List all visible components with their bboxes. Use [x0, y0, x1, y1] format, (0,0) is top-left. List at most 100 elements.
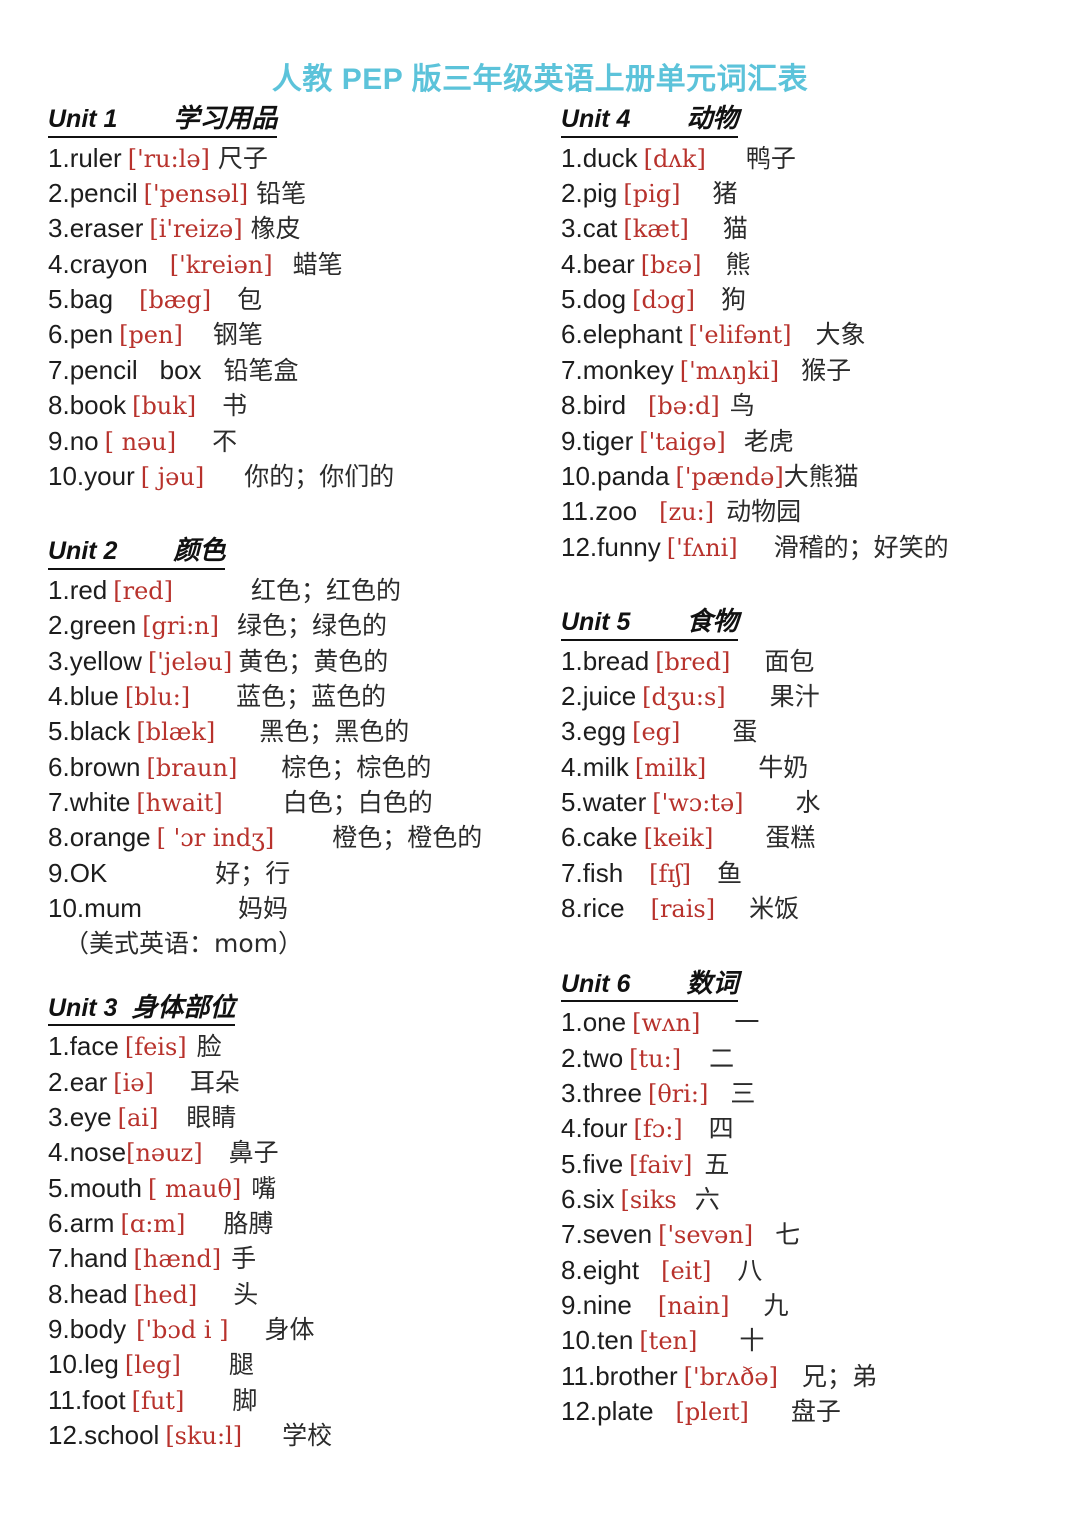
unit-3-header: Unit 3 身体部位 [48, 993, 236, 1027]
entry-number: 3. [48, 1101, 70, 1132]
entry-meaning: 绿色；绿色的 [236, 611, 387, 641]
vocab-entry: 9.OK 好；行 [48, 856, 553, 891]
vocab-entry: 11.brother ['brʌðə] 兄；弟 [561, 1359, 1058, 1394]
entry-number: 4. [561, 751, 583, 782]
entry-meaning: 学校 [282, 1421, 333, 1451]
entry-number: 5. [561, 787, 583, 818]
entry-phonetic: [braun] [146, 753, 238, 782]
entry-number: 1. [561, 645, 583, 676]
entry-word: bag [69, 284, 114, 315]
entry-phonetic: [eit] [661, 1256, 712, 1285]
entry-word: face [69, 1031, 119, 1062]
vocab-entry: 5.mouth[ mauθ] 嘴 [48, 1171, 553, 1206]
entry-number: 7. [48, 787, 70, 818]
entry-number: 9. [561, 1290, 583, 1321]
entry-phonetic: [buk] [132, 392, 197, 421]
entry-phonetic: [tu:] [629, 1044, 682, 1073]
entry-meaning: 你的；你们的 [244, 461, 395, 491]
entry-meaning: 动物园 [726, 497, 802, 527]
entry-number: 9. [48, 857, 70, 888]
two-column-body: Unit 1 学习用品 1.ruler ['ru:lə] 尺子 2.pencil ['pen… [0, 104, 1080, 1474]
entry-number: 10. [561, 1325, 598, 1356]
entry-phonetic: ['bɔd i ] [136, 1316, 229, 1345]
entry-meaning: 七 [775, 1220, 801, 1250]
vocab-entry: 3.cat [kæt] 猫 [561, 211, 1058, 246]
entry-meaning: 大熊猫 [783, 461, 859, 491]
unit-2-note: （美式英语：mom） [64, 928, 304, 958]
entry-word: pencil [69, 354, 138, 385]
entry-number: 2. [48, 178, 70, 209]
entry-phonetic: [blu:] [124, 683, 191, 712]
entry-number: 10. [48, 1349, 85, 1380]
entry-meaning: 五 [704, 1149, 730, 1179]
entry-number: 8. [561, 1254, 583, 1285]
unit-2-label: Unit 2 [48, 537, 118, 566]
unit-1-header: Unit 1 学习用品 [48, 104, 278, 138]
entry-meaning: 脸 [196, 1032, 222, 1062]
entry-number: 8. [48, 822, 70, 853]
entry-number: 7. [48, 354, 70, 385]
vocab-entry: 5.dog [dɔg] 狗 [561, 282, 1058, 317]
entry-word: six [582, 1184, 615, 1214]
entry-meaning: 四 [708, 1114, 734, 1144]
entry-number: 5. [48, 716, 70, 747]
vocab-entry: 1.ruler ['ru:lə] 尺子 [48, 141, 553, 176]
entry-number: 4. [561, 248, 583, 279]
entry-number: 4. [561, 1113, 583, 1144]
entry-phonetic: ['jeləu] [147, 647, 233, 676]
entry-number: 1. [48, 142, 70, 173]
vocab-entry: 8.rice [rais] 米饭 [561, 891, 1058, 926]
unit-1-topic: 学习用品 [173, 104, 278, 134]
entry-word: eye [69, 1101, 112, 1132]
entry-word: green [69, 610, 137, 641]
entry-phonetic: [gri:n] [142, 612, 219, 641]
entry-number: 4. [48, 248, 70, 279]
unit-6-label: Unit 6 [561, 969, 631, 998]
entry-number: 11. [561, 1360, 596, 1391]
entry-number: 11. [48, 1384, 83, 1415]
vocab-entry: 9.tiger ['taigə] 老虎 [561, 424, 1058, 459]
vocab-entry: 10.panda ['pændə]大熊猫 [561, 459, 1058, 494]
entry-word: egg [582, 716, 627, 747]
entry-word: orange [69, 822, 151, 853]
entry-word: leg [84, 1349, 119, 1380]
vocab-entry: 5.five [faiv] 五 [561, 1147, 1058, 1182]
entry-phonetic: [dʒu:s] [642, 683, 726, 712]
entry-meaning: 嘴 [251, 1173, 277, 1203]
entry-word: milk [582, 751, 629, 782]
vocab-entry: 7.monkey ['mʌŋki] 猴子 [561, 353, 1058, 388]
unit-block-unit-2: Unit 2 颜色 1.red [red] 红色；红色的 2.green [gri:n] 绿色… [48, 536, 553, 960]
entry-word: foot [82, 1384, 126, 1415]
entry-word: arm [69, 1208, 115, 1238]
entry-phonetic: [leg] [124, 1351, 181, 1380]
entry-phonetic: [bə:d] [648, 392, 720, 421]
entry-number: 3. [48, 645, 70, 676]
entry-number: 6. [561, 1184, 583, 1214]
entry-meaning: 红色；红色的 [251, 575, 402, 605]
unit-gap-spacer [561, 929, 1058, 969]
entry-number: 6. [48, 319, 70, 350]
vocab-entry: 7.seven ['sevən] 七 [561, 1217, 1058, 1252]
entry-phonetic: [hwait] [136, 789, 223, 818]
vocab-entry: 4.milk [milk] 牛奶 [561, 750, 1058, 785]
entry-word: brother [595, 1360, 678, 1391]
entry-number: 1. [48, 1031, 70, 1062]
vocab-entry: 3.three [θri:] 三 [561, 1076, 1058, 1111]
entry-word: pencil [69, 178, 138, 209]
entry-word: bear [582, 248, 635, 279]
entry-word: monkey [582, 354, 674, 385]
entry-phonetic: [ jəu] [140, 462, 205, 491]
unit-gap-spacer [561, 567, 1058, 607]
unit-4-header: Unit 4 动物 [561, 104, 739, 138]
entry-meaning: 身体 [264, 1315, 315, 1345]
vocab-entry: 10.ten [ten] 十 [561, 1323, 1058, 1358]
entry-phonetic: ['sevən] [658, 1221, 754, 1250]
entry-phonetic: [ 'ɔr indʒ] [156, 824, 275, 853]
entry-word: one [582, 1007, 627, 1038]
entry-word: school [84, 1420, 160, 1451]
entry-word: cake [582, 822, 638, 853]
vocabulary-sheet: 人教 PEP 版三年级英语上册单元词汇表 Unit 1 学习用品 1.ruler ['… [0, 0, 1080, 1527]
vocab-entry: 4.blue [blu:] 蓝色；蓝色的 [48, 679, 553, 714]
vocab-entry: 2.juice [dʒu:s] 果汁 [561, 679, 1058, 714]
entry-word: funny [597, 531, 661, 562]
